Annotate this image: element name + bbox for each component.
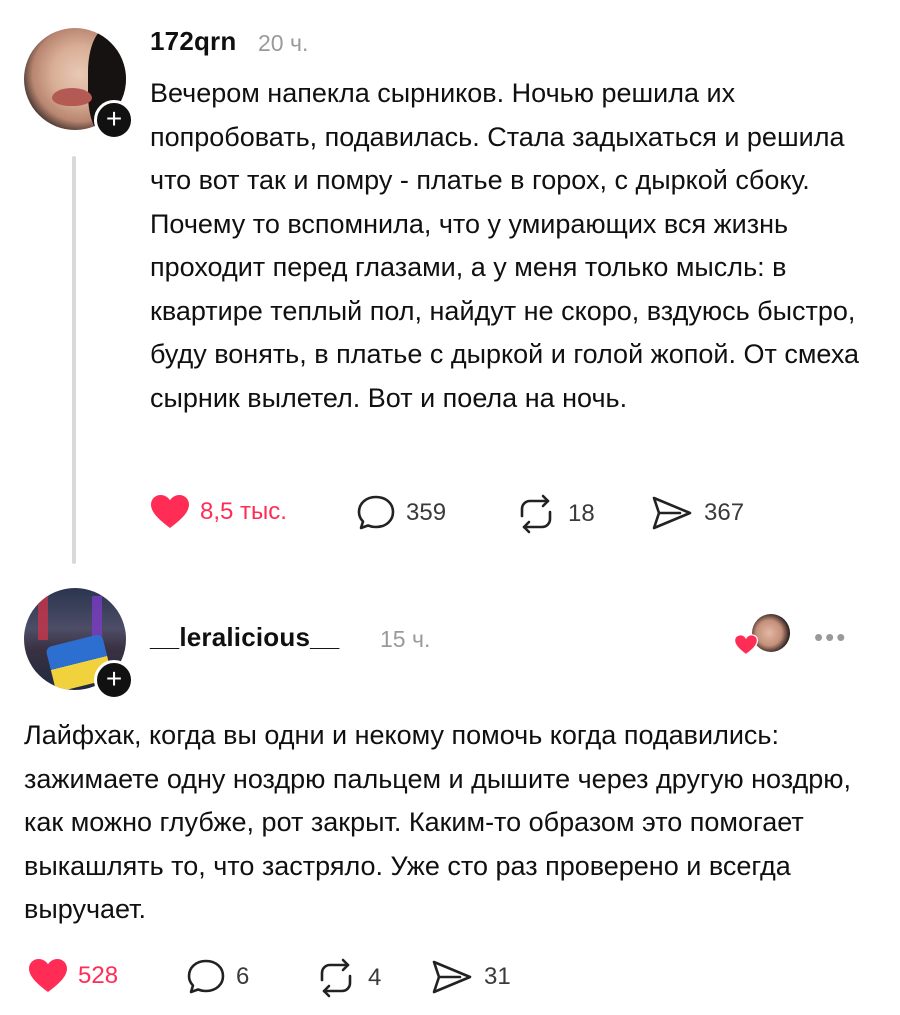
repost-count: 4 — [368, 964, 382, 991]
like-count: 8,5 тыс. — [200, 498, 287, 525]
avatar-building — [92, 596, 102, 640]
avatar-building — [38, 596, 48, 640]
heart-icon — [151, 495, 189, 528]
like-button[interactable]: 8,5 тыс. — [150, 494, 287, 530]
comment-count: 6 — [236, 963, 250, 990]
follow-plus-icon[interactable]: + — [94, 100, 134, 140]
repost-button[interactable]: 4 — [314, 958, 381, 998]
like-button[interactable]: 528 — [28, 958, 118, 994]
reply-text: Лайфхак, когда вы одни и некому помочь к… — [24, 720, 852, 924]
comment-count: 359 — [406, 499, 447, 526]
repost-count: 18 — [568, 500, 595, 527]
share-button[interactable]: 367 — [650, 494, 744, 532]
share-count: 31 — [484, 963, 511, 990]
repost-icon — [520, 494, 552, 534]
repost-icon — [320, 958, 352, 998]
comment-bubble-icon — [187, 959, 225, 994]
send-icon — [432, 960, 472, 994]
comment-bubble-icon — [357, 495, 395, 530]
comment-button[interactable]: 359 — [356, 494, 446, 532]
like-count: 528 — [78, 962, 119, 989]
avatar-lips — [52, 88, 92, 106]
reply-time: 15 ч. — [380, 626, 431, 652]
thread-line — [72, 156, 76, 564]
reply-username[interactable]: __leralicious__ — [150, 622, 339, 653]
repost-button[interactable]: 18 — [514, 494, 595, 534]
heart-icon — [29, 959, 67, 992]
share-button[interactable]: 31 — [430, 958, 511, 996]
more-dots-icon[interactable]: ••• — [814, 622, 847, 653]
heart-icon — [734, 634, 758, 656]
post-text: Вечером напекла сырников. Ночью решила и… — [150, 78, 860, 413]
comment-button[interactable]: 6 — [186, 958, 249, 996]
post-time: 20 ч. — [258, 30, 309, 56]
send-icon — [652, 496, 692, 530]
post-username[interactable]: 172qrn — [150, 26, 236, 57]
share-count: 367 — [704, 499, 745, 526]
follow-plus-icon[interactable]: + — [94, 660, 134, 700]
